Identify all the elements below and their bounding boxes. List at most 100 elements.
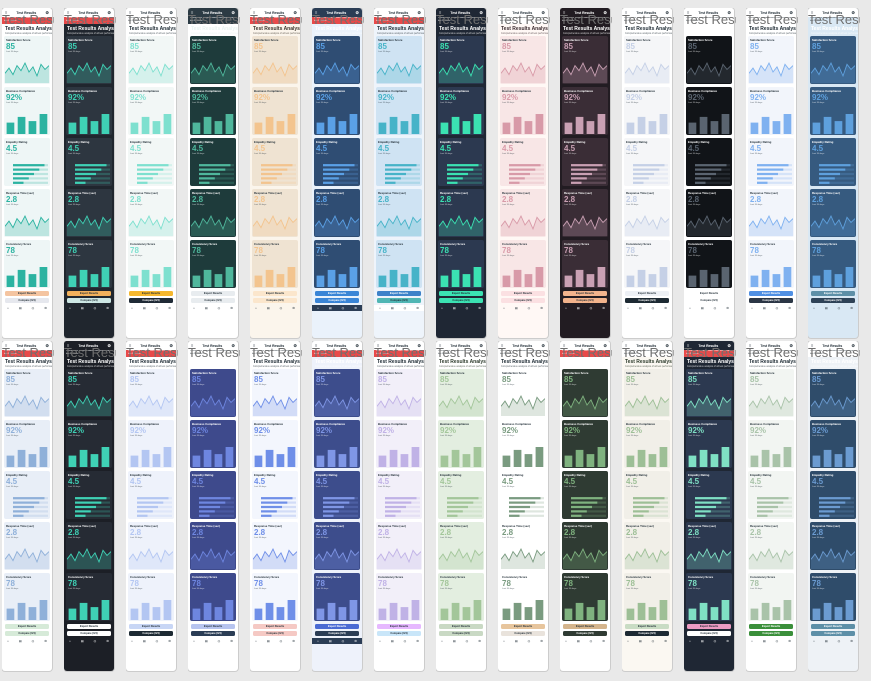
menu-icon[interactable]: ≡ (439, 10, 441, 15)
target-icon[interactable]: ◎ (342, 639, 345, 643)
metric-card[interactable]: Response Time (sec) 2.8 Last 30 days (624, 189, 670, 237)
compare-button[interactable]: Compare (0/4) (191, 298, 235, 303)
metric-card[interactable]: Satisfaction Score 85 Last 30 days (252, 369, 298, 417)
metric-card[interactable]: Response Time (sec) 2.8 Last 30 days (810, 189, 856, 237)
gear-icon[interactable]: ⚙ (292, 306, 295, 310)
settings-icon[interactable]: ⚙ (541, 343, 545, 348)
gear-icon[interactable]: ⚙ (416, 639, 419, 643)
metric-card[interactable]: Business Compliance 92% Last 30 days (314, 87, 360, 135)
compare-button[interactable]: Compare (0/4) (811, 298, 855, 303)
metric-card[interactable]: Consistency Score 78 Last 30 days (748, 573, 794, 621)
target-icon[interactable]: ◎ (838, 306, 841, 310)
settings-icon[interactable]: ⚙ (45, 10, 49, 15)
metric-card[interactable]: Empathy Rating 4.5 Last 30 days (66, 471, 112, 519)
metric-card[interactable]: Satisfaction Score 85 Last 30 days (624, 369, 670, 417)
compare-button[interactable]: Compare (0/4) (625, 298, 669, 303)
metric-card[interactable]: Business Compliance 92% Last 30 days (748, 420, 794, 468)
metric-card[interactable]: Satisfaction Score 85 Last 30 days (438, 36, 484, 84)
menu-icon[interactable]: ≡ (315, 10, 317, 15)
metric-card[interactable]: Empathy Rating 4.5 Last 30 days (314, 138, 360, 186)
target-icon[interactable]: ◎ (218, 306, 221, 310)
metric-card[interactable]: Satisfaction Score 85 Last 30 days (748, 36, 794, 84)
metric-card[interactable]: Response Time (sec) 2.8 Last 30 days (314, 189, 360, 237)
metric-card[interactable]: Empathy Rating 4.5 Last 30 days (376, 471, 422, 519)
gear-icon[interactable]: ⚙ (850, 306, 853, 310)
gear-icon[interactable]: ⚙ (44, 306, 47, 310)
list-icon[interactable]: ▤ (453, 306, 456, 310)
metric-card[interactable]: Business Compliance 92% Last 30 days (314, 420, 360, 468)
list-icon[interactable]: ▤ (143, 306, 146, 310)
settings-icon[interactable]: ⚙ (727, 10, 731, 15)
home-icon[interactable]: ⌂ (503, 639, 505, 643)
metric-card[interactable]: Response Time (sec) 2.8 Last 30 days (686, 522, 732, 570)
menu-icon[interactable]: ≡ (563, 10, 565, 15)
compare-button[interactable]: Compare (0/4) (253, 298, 297, 303)
export-button[interactable]: Export Results (501, 624, 545, 629)
metric-card[interactable]: Empathy Rating 4.5 Last 30 days (686, 471, 732, 519)
compare-button[interactable]: Compare (0/4) (315, 631, 359, 636)
metric-card[interactable]: Response Time (sec) 2.8 Last 30 days (4, 189, 50, 237)
metric-card[interactable]: Response Time (sec) 2.8 Last 30 days (376, 189, 422, 237)
home-icon[interactable]: ⌂ (627, 306, 629, 310)
metric-card[interactable]: Empathy Rating 4.5 Last 30 days (190, 138, 236, 186)
compare-button[interactable]: Compare (0/4) (563, 298, 607, 303)
metric-card[interactable]: Business Compliance 92% Last 30 days (438, 420, 484, 468)
settings-icon[interactable]: ⚙ (293, 10, 297, 15)
list-icon[interactable]: ▤ (639, 306, 642, 310)
metric-card[interactable]: Business Compliance 92% Last 30 days (438, 87, 484, 135)
metric-card[interactable]: Empathy Rating 4.5 Last 30 days (66, 138, 112, 186)
menu-icon[interactable]: ≡ (811, 10, 813, 15)
list-icon[interactable]: ▤ (329, 306, 332, 310)
metric-card[interactable]: Business Compliance 92% Last 30 days (252, 87, 298, 135)
metric-card[interactable]: Consistency Score 78 Last 30 days (500, 573, 546, 621)
list-icon[interactable]: ▤ (205, 306, 208, 310)
settings-icon[interactable]: ⚙ (293, 343, 297, 348)
metric-card[interactable]: Business Compliance 92% Last 30 days (66, 87, 112, 135)
metric-card[interactable]: Satisfaction Score 85 Last 30 days (562, 369, 608, 417)
home-icon[interactable]: ⌂ (813, 639, 815, 643)
metric-card[interactable]: Business Compliance 92% Last 30 days (128, 420, 174, 468)
gear-icon[interactable]: ⚙ (292, 639, 295, 643)
compare-button[interactable]: Compare (0/4) (67, 298, 111, 303)
export-button[interactable]: Export Results (129, 291, 173, 296)
menu-icon[interactable]: ≡ (501, 343, 503, 348)
gear-icon[interactable]: ⚙ (230, 639, 233, 643)
list-icon[interactable]: ▤ (701, 639, 704, 643)
metric-card[interactable]: Satisfaction Score 85 Last 30 days (4, 369, 50, 417)
settings-icon[interactable]: ⚙ (479, 343, 483, 348)
metric-card[interactable]: Empathy Rating 4.5 Last 30 days (562, 138, 608, 186)
home-icon[interactable]: ⌂ (751, 306, 753, 310)
export-button[interactable]: Export Results (749, 291, 793, 296)
export-button[interactable]: Export Results (563, 624, 607, 629)
export-button[interactable]: Export Results (5, 624, 49, 629)
home-icon[interactable]: ⌂ (69, 306, 71, 310)
compare-button[interactable]: Compare (0/4) (625, 631, 669, 636)
target-icon[interactable]: ◎ (156, 306, 159, 310)
metric-card[interactable]: Response Time (sec) 2.8 Last 30 days (562, 522, 608, 570)
gear-icon[interactable]: ⚙ (106, 639, 109, 643)
settings-icon[interactable]: ⚙ (479, 10, 483, 15)
metric-card[interactable]: Consistency Score 78 Last 30 days (128, 240, 174, 288)
export-button[interactable]: Export Results (625, 291, 669, 296)
menu-icon[interactable]: ≡ (129, 343, 131, 348)
metric-card[interactable]: Response Time (sec) 2.8 Last 30 days (500, 189, 546, 237)
list-icon[interactable]: ▤ (143, 639, 146, 643)
metric-card[interactable]: Response Time (sec) 2.8 Last 30 days (686, 189, 732, 237)
compare-button[interactable]: Compare (0/4) (749, 631, 793, 636)
metric-card[interactable]: Response Time (sec) 2.8 Last 30 days (562, 189, 608, 237)
metric-card[interactable]: Response Time (sec) 2.8 Last 30 days (128, 189, 174, 237)
gear-icon[interactable]: ⚙ (788, 639, 791, 643)
compare-button[interactable]: Compare (0/4) (377, 631, 421, 636)
metric-card[interactable]: Consistency Score 78 Last 30 days (624, 573, 670, 621)
target-icon[interactable]: ◎ (218, 639, 221, 643)
metric-card[interactable]: Consistency Score 78 Last 30 days (624, 240, 670, 288)
settings-icon[interactable]: ⚙ (665, 10, 669, 15)
export-button[interactable]: Export Results (687, 291, 731, 296)
metric-card[interactable]: Satisfaction Score 85 Last 30 days (624, 36, 670, 84)
menu-icon[interactable]: ≡ (253, 343, 255, 348)
list-icon[interactable]: ▤ (19, 306, 22, 310)
metric-card[interactable]: Response Time (sec) 2.8 Last 30 days (66, 522, 112, 570)
menu-icon[interactable]: ≡ (253, 10, 255, 15)
list-icon[interactable]: ▤ (329, 639, 332, 643)
settings-icon[interactable]: ⚙ (851, 343, 855, 348)
